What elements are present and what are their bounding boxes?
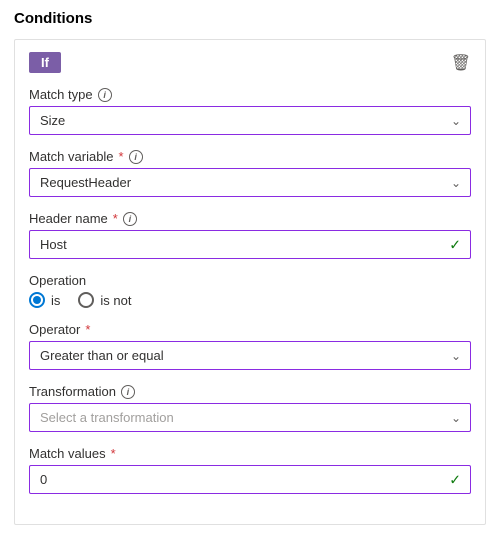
match-values-label: Match values * [29,446,471,461]
header-name-input[interactable] [29,230,471,259]
match-values-input-wrapper: ✓ [29,465,471,494]
transformation-label: Transformation i [29,384,471,399]
operation-is-radio[interactable] [29,292,45,308]
match-type-label: Match type i [29,87,471,102]
header-name-info-icon[interactable]: i [123,212,137,226]
operator-label: Operator * [29,322,471,337]
match-values-input[interactable] [29,465,471,494]
transformation-field: Transformation i Select a transformation… [29,384,471,432]
operation-field: Operation is is not [29,273,471,308]
operator-select[interactable]: Greater than or equal Less than Equal Co… [29,341,471,370]
match-type-select[interactable]: Size RegEx Wildcard [29,106,471,135]
match-values-field: Match values * ✓ [29,446,471,494]
match-values-check-icon: ✓ [449,471,461,488]
operation-label: Operation [29,273,471,288]
header-name-check-icon: ✓ [449,236,461,253]
match-variable-select[interactable]: RequestHeader RequestUri RequestBody [29,168,471,197]
header-name-label: Header name * i [29,211,471,226]
page-title: Conditions [14,10,486,27]
header-name-input-wrapper: ✓ [29,230,471,259]
match-variable-info-icon[interactable]: i [129,150,143,164]
if-badge: If [29,52,61,73]
delete-icon[interactable]: 🗑 [451,53,471,73]
operation-isnot-label: is not [100,293,131,308]
operator-select-wrapper: Greater than or equal Less than Equal Co… [29,341,471,370]
required-star-operator: * [85,322,90,337]
match-type-field: Match type i Size RegEx Wildcard ⌄ [29,87,471,135]
match-variable-label: Match variable * i [29,149,471,164]
required-star-match-values: * [111,446,116,461]
match-variable-select-wrapper: RequestHeader RequestUri RequestBody ⌄ [29,168,471,197]
operation-isnot-option[interactable]: is not [78,292,131,308]
operation-is-option[interactable]: is [29,292,60,308]
match-type-info-icon[interactable]: i [98,88,112,102]
if-row: If 🗑 [29,52,471,73]
required-star-match-variable: * [119,149,124,164]
operator-field: Operator * Greater than or equal Less th… [29,322,471,370]
operation-isnot-radio[interactable] [78,292,94,308]
transformation-select[interactable]: Select a transformation Lowercase Upperc… [29,403,471,432]
header-name-field: Header name * i ✓ [29,211,471,259]
operation-radio-group: is is not [29,292,471,308]
required-star-header-name: * [113,211,118,226]
conditions-card: If 🗑 Match type i Size RegEx Wildcard ⌄ … [14,39,486,525]
transformation-select-wrapper: Select a transformation Lowercase Upperc… [29,403,471,432]
transformation-info-icon[interactable]: i [121,385,135,399]
operation-is-label: is [51,293,60,308]
match-type-select-wrapper: Size RegEx Wildcard ⌄ [29,106,471,135]
match-variable-field: Match variable * i RequestHeader Request… [29,149,471,197]
